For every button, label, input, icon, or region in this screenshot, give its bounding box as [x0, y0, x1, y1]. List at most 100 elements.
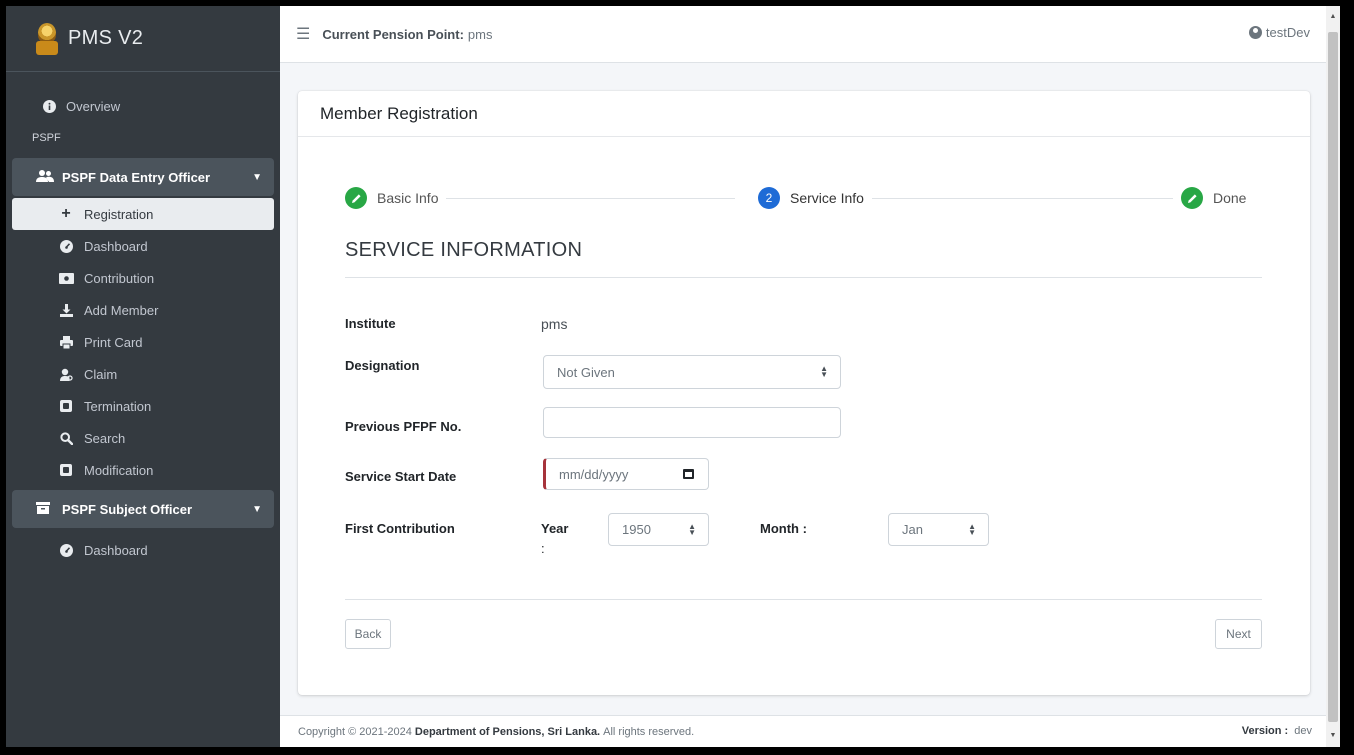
sidebar-item-label: Search — [84, 430, 126, 446]
copyright-text: Copyright © 2021-2024 — [298, 725, 412, 738]
organization-name: Department of Pensions, Sri Lanka. — [414, 725, 601, 738]
back-button[interactable]: Back — [345, 619, 391, 649]
step-label: Done — [1213, 190, 1247, 206]
sidebar-group-label: PSPF Subject Officer — [62, 501, 193, 517]
sidebar-item-print-card[interactable]: Print Card — [6, 326, 280, 358]
sidebar-item-label: Registration — [84, 206, 154, 222]
print-icon — [58, 335, 74, 349]
month-select[interactable]: Jan ▲ ▼ — [888, 513, 989, 546]
previous-pfpf-label: Previous PFPF No. — [345, 419, 462, 434]
previous-pfpf-input[interactable] — [543, 407, 841, 438]
sidebar-item-contribution[interactable]: Contribution — [6, 262, 280, 294]
section-divider — [345, 277, 1262, 278]
check-icon — [1181, 187, 1203, 209]
brand-title: PMS V2 — [68, 27, 144, 49]
year-selected-value: 1950 — [622, 522, 651, 537]
scroll-down-arrow-icon[interactable]: ▼ — [1328, 731, 1338, 741]
sidebar-item-claim[interactable]: Claim — [6, 358, 280, 390]
form-divider — [345, 599, 1262, 600]
money-icon — [58, 271, 74, 285]
chevron-down-icon: ▼ — [252, 171, 262, 183]
users-icon — [36, 169, 54, 185]
institute-label: Institute — [345, 316, 396, 331]
file-icon — [58, 463, 74, 477]
year-select[interactable]: 1950 ▲ ▼ — [608, 513, 709, 546]
sidebar-item-label: Contribution — [84, 270, 155, 286]
step-label: Service Info — [790, 190, 864, 206]
date-placeholder: mm/dd/yyyy — [559, 466, 629, 482]
service-start-date-label: Service Start Date — [345, 469, 457, 484]
member-registration-card: Member Registration Basic Info 2 Service… — [298, 91, 1310, 695]
month-selected-value: Jan — [902, 522, 923, 537]
designation-selected-value: Not Given — [557, 364, 615, 380]
check-icon — [345, 187, 367, 209]
sidebar-item-overview[interactable]: Overview — [6, 90, 280, 122]
scroll-up-arrow-icon[interactable]: ▲ — [1328, 12, 1338, 22]
step-done[interactable]: Done — [1173, 187, 1255, 209]
archive-icon — [36, 501, 54, 517]
step-connector — [445, 198, 735, 199]
card-title: Member Registration — [298, 91, 1310, 137]
sidebar-group-data-entry-officer[interactable]: PSPF Data Entry Officer ▼ — [12, 158, 274, 196]
sidebar-item-label: Termination — [84, 398, 152, 414]
year-colon: : — [541, 541, 545, 556]
topbar: ☰ Current Pension Point: pms testDev — [280, 6, 1326, 63]
brand[interactable]: PMS V2 — [6, 6, 280, 72]
sidebar-item-add-member[interactable]: Add Member — [6, 294, 280, 326]
scroll-thumb[interactable] — [1328, 32, 1338, 722]
dashboard-icon — [58, 239, 74, 253]
download-icon — [58, 303, 74, 317]
version-label: Version : — [1241, 725, 1289, 737]
user-search-icon — [58, 367, 74, 381]
search-icon — [58, 431, 74, 445]
sidebar-item-subject-dashboard[interactable]: Dashboard — [6, 534, 280, 566]
pension-point-label: Current Pension Point: — [322, 26, 464, 42]
file-icon — [58, 399, 74, 413]
select-arrows-icon: ▲ ▼ — [820, 364, 828, 379]
institute-value: pms — [541, 316, 568, 332]
page-scrollbar[interactable]: ▲ ▼ — [1326, 6, 1340, 747]
sidebar-item-label: Print Card — [84, 334, 143, 350]
step-service-info[interactable]: 2 Service Info — [750, 187, 872, 209]
dashboard-icon — [58, 543, 74, 557]
emblem-logo-icon — [36, 22, 58, 55]
step-connector — [865, 198, 1175, 199]
select-arrows-icon: ▲ ▼ — [968, 521, 976, 537]
designation-select[interactable]: Not Given ▲ ▼ — [543, 355, 841, 389]
sidebar-group-subject-officer[interactable]: PSPF Subject Officer ▼ — [12, 490, 274, 528]
rights-text: All rights reserved. — [603, 725, 695, 738]
step-number-badge: 2 — [758, 187, 780, 209]
sidebar-item-label: Dashboard — [84, 542, 148, 558]
section-title: SERVICE INFORMATION — [345, 239, 583, 261]
user-menu[interactable]: testDev — [1248, 25, 1310, 40]
month-label: Month : — [760, 521, 807, 536]
sidebar-item-label: Add Member — [84, 302, 159, 318]
sidebar-item-termination[interactable]: Termination — [6, 390, 280, 422]
info-circle-icon — [42, 99, 56, 113]
next-button[interactable]: Next — [1215, 619, 1262, 649]
sidebar-item-label: Claim — [84, 366, 118, 382]
sidebar-item-search[interactable]: Search — [6, 422, 280, 454]
select-arrows-icon: ▲ ▼ — [688, 521, 696, 537]
service-start-date-input[interactable]: mm/dd/yyyy — [543, 458, 709, 490]
menu-toggle-icon[interactable]: ☰ — [296, 24, 310, 44]
sidebar-group-label: PSPF Data Entry Officer — [62, 169, 211, 185]
pension-point-value: pms — [467, 26, 493, 42]
sidebar-item-registration[interactable]: + Registration — [12, 198, 274, 230]
stepper: Basic Info 2 Service Info Done — [345, 187, 1262, 209]
version-value: dev — [1294, 725, 1312, 737]
sidebar-item-label: Overview — [66, 98, 121, 114]
sidebar-item-dashboard[interactable]: Dashboard — [6, 230, 280, 262]
sidebar-item-label: Modification — [84, 462, 154, 478]
version-info: Version : dev — [1239, 725, 1312, 737]
calendar-icon[interactable] — [683, 469, 694, 479]
first-contribution-label: First Contribution — [345, 521, 455, 536]
step-label: Basic Info — [377, 190, 439, 206]
step-basic-info[interactable]: Basic Info — [345, 187, 447, 209]
plus-icon: + — [61, 205, 71, 222]
sidebar-item-label: Dashboard — [84, 238, 148, 254]
sidebar: PMS V2 Overview PSPF PSPF Data Entry Off… — [6, 6, 280, 747]
user-circle-icon — [1248, 26, 1262, 39]
sidebar-item-modification[interactable]: Modification — [6, 454, 280, 486]
app-window: PMS V2 Overview PSPF PSPF Data Entry Off… — [6, 6, 1340, 747]
